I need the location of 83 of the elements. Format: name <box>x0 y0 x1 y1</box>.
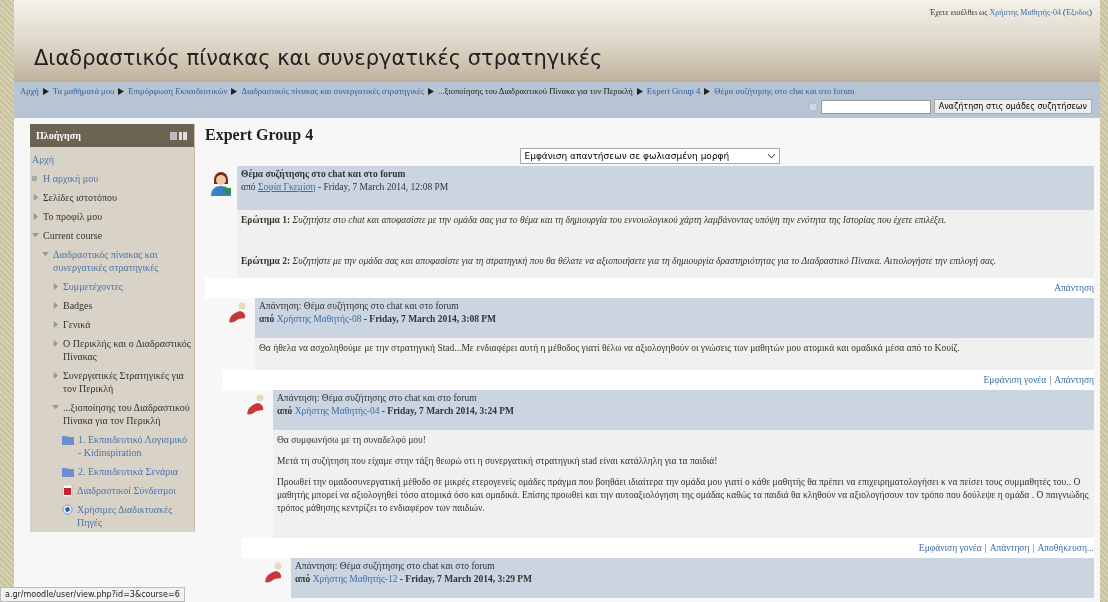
separator-arrow-icon <box>118 87 125 95</box>
nav-item[interactable]: 1. Εκπαιδευτικό Λογισμικό - Kidinspiration <box>78 433 192 459</box>
post-text: Προωθεί την ομαδοσυνεργατική μέθοδο σε μικρές ετερογενείς ομάδες πράγμα που βοηθάει ιδιαίτερα την ομάδα μου γιατί ο κάθε μαθητής θα πρέπει να επιχειρηματολογήσει κ να πείσει τους συμμαθητές του.. Ο μαθητής μπορεί να αξιολογηθεί τόσο ατομικά όσο και ομαδικά. Επίσης προωθεί και την αυτοαξιολόγηση της ομάδας καθώς τα παιδιά θα κληθούν να αξιολογήσουν τον τρόπο που δούλεψε η ομάδα . Ο παιγνιώδης τρόπος μάθησης κεντρίζει το ενδιαφέρον των παιδιών. <box>277 476 1090 515</box>
document-icon <box>62 485 73 497</box>
post-text: Θα ήθελα να ασχοληθούμε με την στρατηγική Stad...Με ενδιαφέρει αυτή η μέθοδος γιατί θέλω να αξιολογηθούν οι γνώσεις των μαθητών μου ατομικά και ομαδικά μέσα από το Κουίζ. <box>259 342 961 355</box>
user-link[interactable]: Χρήστης Μαθητής-04 <box>989 8 1061 17</box>
folder-icon <box>62 467 74 477</box>
breadcrumb-link[interactable]: Επιμόρφωση Εκπαιδευτικών <box>128 86 228 96</box>
nav-item[interactable]: Χρήσιμες Διαδικτυακές Πηγές <box>77 503 192 529</box>
globe-icon <box>62 504 73 515</box>
site-title: Διαδραστικός πίνακας και συνεργατικές στρατηγικές <box>34 46 603 70</box>
separator-arrow-icon <box>428 87 435 95</box>
breadcrumb-link[interactable]: Αρχή <box>20 86 39 96</box>
nav-item[interactable]: Αρχή <box>32 153 54 166</box>
breadcrumb-link[interactable]: Διαδραστικός πίνακας και συνεργατικές στρατηγικές <box>241 86 425 96</box>
folder-icon <box>62 435 74 445</box>
post-byline: από Χρήστης Μαθητής-12 - Friday, 7 March 2014, 3:29 PM <box>295 574 534 584</box>
separator-arrow-icon <box>636 87 643 95</box>
nav-item[interactable]: Γενικά <box>63 318 91 331</box>
collapsed-arrow-icon[interactable] <box>52 372 59 379</box>
post-byline: από Χρήστης Μαθητής-04 - Friday, 7 March 2014, 3:24 PM <box>277 406 516 416</box>
collapsed-arrow-icon[interactable] <box>32 213 39 220</box>
post-action-link[interactable]: Εμφάνιση γονέα <box>918 543 982 553</box>
post-subject: Απάντηση: Θέμα συζήτησης στο chat και στο forum <box>277 393 478 403</box>
nav-item[interactable]: Η αρχική μου <box>43 172 99 185</box>
block-title: Πλοήγηση <box>36 130 81 141</box>
nav-item[interactable]: Διαδραστικός πίνακας και συνεργατικές στρατηγικές <box>53 248 192 274</box>
nav-item[interactable]: Σελίδες ιστοτόπου <box>43 191 118 204</box>
collapsed-arrow-icon[interactable] <box>52 340 59 347</box>
forum-heading: Expert Group 4 <box>205 126 315 144</box>
separator: | <box>1049 375 1052 385</box>
search-field[interactable] <box>820 99 931 114</box>
post-action-link[interactable]: Απάντηση <box>989 543 1030 553</box>
post-text: Μετά τη συζήτηση που είχαμε στην τάξη θεωρώ οτι η συνεργατική στρατηγική stad είναι κατάλληλη για τα παιδιά! <box>277 455 719 468</box>
expanded-arrow-icon[interactable] <box>32 232 39 239</box>
author-link[interactable]: Χρήστης Μαθητής-04 <box>294 406 380 416</box>
collapsed-arrow-icon[interactable] <box>52 283 59 290</box>
post-text: Θα συμφωνήσω με τη συναδελφό μου! <box>277 434 427 447</box>
status-url: a.gr/moodle/user/view.php?id=3&course=6 <box>0 587 185 602</box>
collapsed-arrow-icon[interactable] <box>32 194 39 201</box>
nav-item[interactable]: Συνεργατικές Στρατηγικές για τον Περικλή <box>63 369 192 395</box>
post-action-link[interactable]: Εμφάνιση γονέα <box>983 375 1047 385</box>
breadcrumb-link[interactable]: Θέμα συζήτησης στο chat και στο forum <box>714 86 855 96</box>
post-text: Ερώτημα 2: Συζητήστε με την ομάδα σας και αποφασίστε για τη στρατηγική που θα θέλατε να αξιοποιήσετε για τη δημιουργία δραστηριότητας για το Διαδραστικό Πίνακα. Αιτιολογήστε την επιλογή σας. <box>241 255 998 268</box>
separator: | <box>1032 543 1035 553</box>
post-action-link[interactable]: Απάντηση <box>1054 283 1094 293</box>
login-info: Έχετε εισέλθει ως Χρήστης Μαθητής-04 (Έξοδος) <box>929 8 1092 17</box>
display-mode-select[interactable]: Εμφάνιση απαντήσεων σε φωλιασμένη μορφή <box>519 148 780 164</box>
post-action-link[interactable]: Αποθήκευση... <box>1037 543 1094 553</box>
nav-item[interactable]: Current course <box>43 229 103 242</box>
collapsed-arrow-icon[interactable] <box>52 321 59 328</box>
help-icon[interactable] <box>807 101 818 112</box>
user-avatar-icon <box>209 170 233 196</box>
nav-item[interactable]: Συμμετέχοντες <box>63 280 123 293</box>
breadcrumb-link[interactable]: Expert Group 4 <box>646 86 701 96</box>
post-action-link[interactable]: Απάντηση <box>1054 375 1094 385</box>
post-subject: Απάντηση: Θέμα συζήτησης στο chat και στο forum <box>295 561 496 571</box>
post-byline: από Χρήστης Μαθητής-08 - Friday, 7 March 2014, 3:08 PM <box>259 314 498 324</box>
search-button[interactable]: Αναζήτηση στις ομάδες συζητήσεων <box>933 99 1092 114</box>
nav-item[interactable]: ...ξιοποίησης του Διαδραστικού Πίνακα για τον Περικλή <box>63 401 192 427</box>
chevron-down-icon <box>767 153 775 159</box>
nav-item[interactable]: Ο Περικλής και ο Διαδραστικός Πίνακας <box>63 337 192 363</box>
breadcrumb-link[interactable]: Τα μαθήματά μου <box>52 86 115 96</box>
expanded-arrow-icon[interactable] <box>42 251 49 258</box>
nav-item[interactable]: Το προφίλ μου <box>43 210 103 223</box>
post-subject: Θέμα συζήτησης στο chat και στο forum <box>241 169 407 179</box>
separator-arrow-icon <box>704 87 711 95</box>
separator: | <box>984 543 987 553</box>
separator-arrow-icon <box>42 87 49 95</box>
author-link[interactable]: Χρήστης Μαθητής-12 <box>312 574 398 584</box>
nav-item[interactable]: Badges <box>63 299 93 312</box>
expanded-arrow-icon[interactable] <box>52 404 59 411</box>
author-link[interactable]: Χρήστης Μαθητής-08 <box>276 314 362 324</box>
separator-arrow-icon <box>231 87 238 95</box>
post-text: Ερώτημα 1: Συζητήστε στο chat και αποφασίστε με την ομάδα σας για το θέμα και τη δημιουργία του εννοιολογικού χάρτη λαμβάνοντας υπόψη την ενότητα της Ιστορίας που έχετε επιλέξει. <box>241 214 948 227</box>
post-byline: από Σοφία Γκεμίση - Friday, 7 March 2014, 12:08 PM <box>241 182 450 192</box>
nav-item[interactable]: 2. Εκπαιδευτικά Σενάρια <box>78 465 179 478</box>
nav-item[interactable]: Διαδραστικοί Σύνδεσμοι <box>77 484 177 497</box>
author-link[interactable]: Σοφία Γκεμίση <box>257 182 316 192</box>
dock-icon[interactable] <box>170 131 188 140</box>
collapsed-arrow-icon[interactable] <box>52 302 59 309</box>
post-subject: Απάντηση: Θέμα συζήτησης στο chat και στο forum <box>259 301 460 311</box>
bullet-icon <box>32 176 37 181</box>
